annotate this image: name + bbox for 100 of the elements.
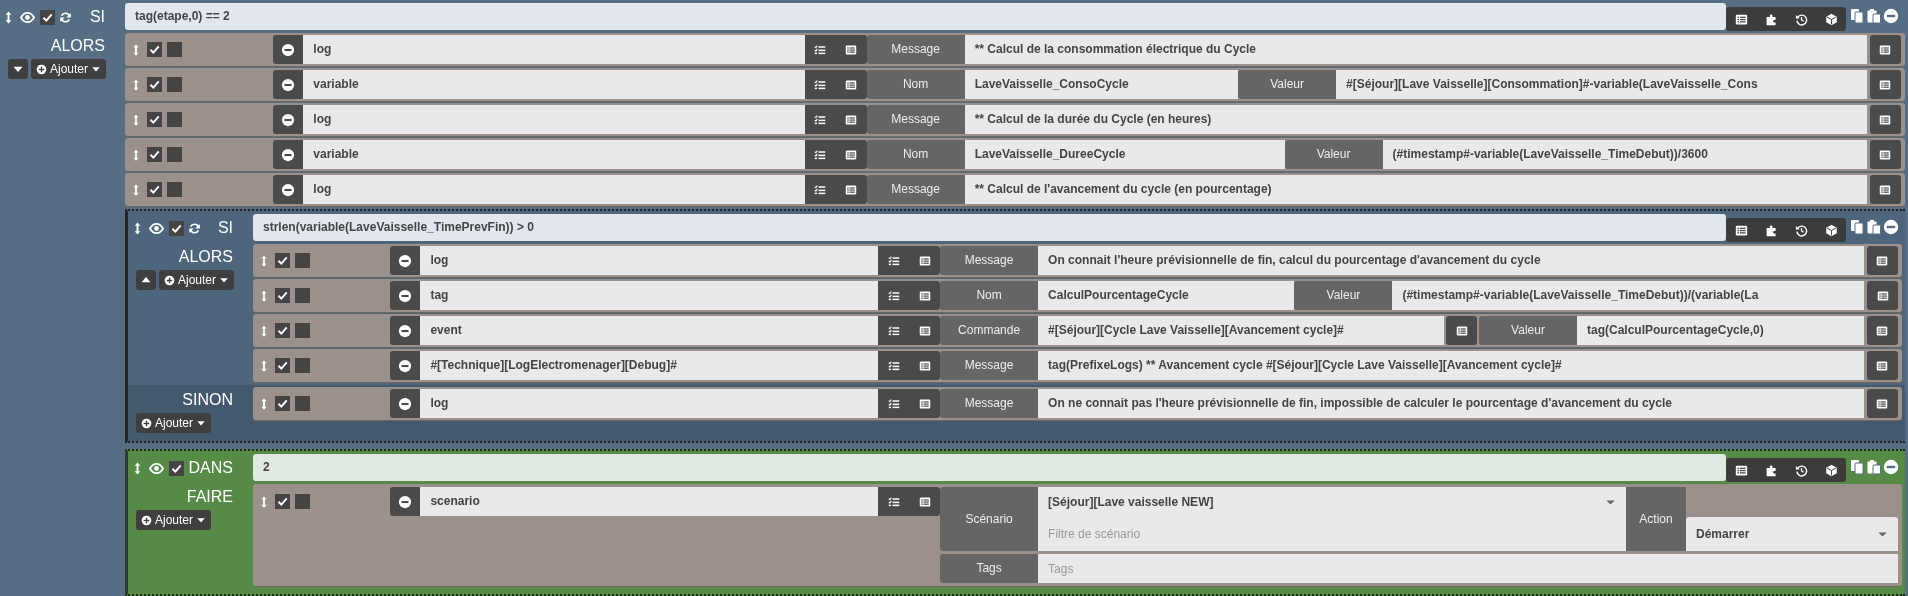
list-button[interactable] [909,316,941,345]
option-button[interactable] [804,70,836,99]
eye-icon[interactable] [19,9,36,25]
option-button[interactable] [804,175,836,204]
action-name-field[interactable]: tag [420,281,879,310]
action-name-field[interactable]: log [303,105,805,134]
list-button[interactable] [909,389,941,418]
action-name-field[interactable]: scenario [420,487,879,516]
remove-button[interactable] [390,316,421,345]
action-name-field[interactable]: variable [303,70,805,99]
param-field[interactable]: (#timestamp#-variable(LaveVaisselle_TimeDebut))/(variable(La [1392,281,1864,310]
remove-icon[interactable] [1883,459,1899,475]
checkbox[interactable] [167,112,182,127]
remove-icon[interactable] [1883,8,1899,24]
checkbox[interactable] [167,42,182,57]
option-button[interactable] [878,351,910,380]
param-field[interactable]: ** Calcul de la consommation électrique du Cycle [964,35,1867,64]
param-field[interactable]: tag(CalculPourcentageCycle,0) [1577,316,1864,345]
condition-field[interactable]: tag(etape,0) == 2 [125,3,1726,30]
checkbox[interactable] [275,358,290,373]
scenario-dropdown[interactable]: [Séjour][Lave vaisselle NEW] [1038,487,1626,517]
param-field[interactable]: tag(PrefixeLogs) ** Avancement cycle #[Séjour][Cycle Lave Vaisselle][Avancement cycle]# [1038,351,1864,380]
checkbox[interactable] [275,288,290,303]
list-button[interactable] [1867,246,1898,275]
param-field[interactable]: LaveVaisselle_DureeCycle [964,140,1285,169]
list-button[interactable] [1869,70,1901,99]
paste-icon[interactable] [1866,459,1882,475]
eye-icon[interactable] [148,220,165,236]
checkbox[interactable] [275,253,290,268]
list-button[interactable] [909,281,941,310]
checkbox[interactable] [169,220,184,236]
remove-button[interactable] [390,487,421,516]
checkbox[interactable] [167,147,182,162]
checkbox[interactable] [295,358,310,373]
checkbox[interactable] [295,253,310,268]
list-button[interactable] [909,351,941,380]
add-button[interactable]: Ajouter [136,413,212,433]
action-name-field[interactable]: #[Technique][LogElectromenager][Debug]# [420,351,879,380]
action-name-field[interactable]: log [420,246,879,275]
checkbox[interactable] [147,77,162,92]
checkbox[interactable] [275,494,290,509]
remove-button[interactable] [390,351,421,380]
checkbox[interactable] [295,288,310,303]
checkbox[interactable] [40,9,55,25]
checkbox[interactable] [147,147,162,162]
list-button[interactable] [835,105,867,134]
collapse-button[interactable] [8,59,28,79]
param-field[interactable]: ** Calcul de l'avancement du cycle (en pourcentage) [964,175,1867,204]
option-button[interactable] [878,246,910,275]
add-button[interactable]: Ajouter [136,510,212,530]
copy-icon[interactable] [1849,459,1865,475]
param-field[interactable]: LaveVaisselle_ConsoCycle [964,70,1239,99]
refresh-icon[interactable] [188,220,201,236]
command-picker-button[interactable] [1446,316,1477,345]
list-button[interactable] [1867,389,1898,418]
condition-field[interactable]: strlen(variable(LaveVaisselle_TimePrevFin)) > 0 [253,214,1726,241]
checkbox[interactable] [167,182,182,197]
param-field[interactable]: ** Calcul de la durée du Cycle (en heures) [964,105,1867,134]
list-button[interactable] [1870,140,1901,169]
checkbox[interactable] [169,460,184,476]
list-button[interactable] [909,246,941,275]
list-button[interactable] [1869,175,1901,204]
action-name-field[interactable]: log [303,35,805,64]
tags-field[interactable]: Tags [1038,554,1898,583]
param-field[interactable]: #[Séjour][Cycle Lave Vaisselle][Avancement cycle]# [1038,316,1444,345]
checkbox[interactable] [295,323,310,338]
eye-icon[interactable] [148,460,165,476]
remove-button[interactable] [273,70,304,99]
collapse-button[interactable] [136,270,156,290]
checkbox[interactable] [147,42,162,57]
list-button[interactable] [1869,105,1901,134]
param-field[interactable]: On ne connait pas l'heure prévisionnelle de fin, impossible de calculer le pourcentage d'avancement du cycle [1038,389,1864,418]
checkbox[interactable] [147,112,162,127]
refresh-icon[interactable] [59,9,72,25]
list-button[interactable] [1867,281,1898,310]
list-button[interactable] [835,35,867,64]
option-button[interactable] [804,105,836,134]
checkbox[interactable] [275,396,290,411]
checkbox[interactable] [167,77,182,92]
list-button[interactable] [835,140,867,169]
list-button[interactable] [835,175,867,204]
paste-icon[interactable] [1866,219,1882,235]
copy-icon[interactable] [1849,8,1865,24]
remove-button[interactable] [273,105,304,134]
option-button[interactable] [878,389,910,418]
param-field[interactable]: #[Séjour][Lave Vaisselle][Consommation]#-variable(LaveVaisselle_Cons [1336,70,1867,99]
action-name-field[interactable]: event [420,316,879,345]
option-button[interactable] [804,35,836,64]
action-name-field[interactable]: log [420,389,879,418]
remove-button[interactable] [390,281,421,310]
add-button[interactable]: Ajouter [31,59,107,79]
add-button[interactable]: Ajouter [159,270,235,290]
option-button[interactable] [878,281,910,310]
action-name-field[interactable]: variable [303,140,805,169]
param-field[interactable]: On connait l'heure prévisionnelle de fin, calcul du pourcentage d'avancement du cycle [1038,246,1864,275]
checkbox[interactable] [275,323,290,338]
remove-button[interactable] [273,140,304,169]
remove-button[interactable] [273,175,304,204]
option-button[interactable] [878,487,910,516]
remove-icon[interactable] [1883,219,1899,235]
